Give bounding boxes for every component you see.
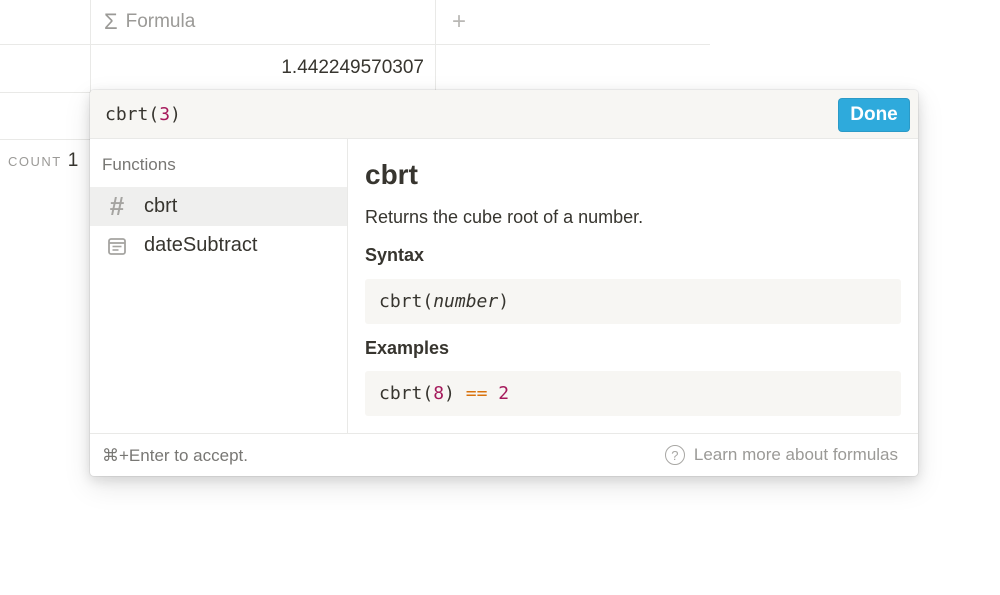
function-item-label: dateSubtract (144, 234, 258, 256)
count-summary[interactable]: COUNT 1 (8, 150, 78, 172)
formula-cell[interactable]: 1.442249570307 (92, 46, 424, 90)
formula-paren-token: ) (170, 104, 181, 125)
example-result-token: 2 (498, 383, 510, 404)
formula-input-bar[interactable]: cbrt(3) Done (90, 90, 918, 139)
example-number-token: 8 (433, 383, 445, 404)
function-item-label: cbrt (144, 195, 178, 217)
function-item-datesubtract[interactable]: dateSubtract (90, 226, 347, 265)
function-title: cbrt (365, 159, 418, 190)
formula-editor-popup: cbrt(3) Done Functions # cbrt dateSubtra… (90, 90, 918, 476)
column-header-label: Formula (125, 11, 196, 32)
table-divider (0, 44, 710, 45)
table-divider (0, 139, 90, 140)
formula-paren-token: ( (148, 104, 160, 125)
learn-more-link[interactable]: ? Learn more about formulas (664, 445, 898, 465)
function-description: Returns the cube root of a number. (365, 207, 644, 227)
accept-hint-text: to accept. (169, 446, 248, 465)
calendar-icon (106, 235, 128, 257)
add-column-button[interactable]: + (436, 0, 482, 44)
accept-hint: ⌘+Enter to accept. (102, 446, 248, 466)
popup-footer: ⌘+Enter to accept. ? Learn more about fo… (90, 433, 918, 476)
example-operator-token: == (465, 383, 488, 404)
sigma-icon: Σ (104, 9, 118, 34)
learn-more-label: Learn more about formulas (693, 445, 898, 464)
syntax-paren-token: ) (498, 291, 510, 312)
syntax-fn-token: cbrt (379, 291, 423, 312)
example-fn-token: cbrt (379, 383, 423, 404)
example-paren-token: ( (422, 383, 434, 404)
formula-column-header[interactable]: Σ Formula (92, 0, 435, 44)
syntax-code-block: cbrt(number) (365, 279, 901, 324)
formula-input[interactable]: cbrt(3) (105, 104, 181, 125)
question-circle-icon: ? (664, 445, 685, 465)
table-divider (0, 92, 90, 93)
syntax-heading: Syntax (365, 245, 425, 265)
syntax-param-token: number (433, 291, 499, 312)
count-label: COUNT (8, 154, 62, 169)
count-value: 1 (67, 150, 79, 171)
function-item-cbrt[interactable]: # cbrt (90, 187, 347, 226)
accept-hint-keys: ⌘+Enter (102, 446, 170, 465)
formula-number-token: 3 (159, 104, 171, 125)
syntax-paren-token: ( (422, 291, 434, 312)
example-paren-token: ) (444, 383, 455, 404)
functions-section-label: Functions (102, 155, 176, 174)
hash-icon: # (109, 191, 125, 221)
plus-icon: + (451, 8, 466, 35)
function-detail: cbrt Returns the cube root of a number. … (348, 139, 918, 433)
formula-fn-token: cbrt (105, 104, 149, 125)
functions-list: Functions # cbrt dateSubtract (90, 139, 348, 433)
done-button[interactable]: Done (838, 98, 910, 132)
example-code-block: cbrt(8) == 2 (365, 371, 901, 416)
popup-body: Functions # cbrt dateSubtract cbrt Retur… (90, 139, 918, 433)
examples-heading: Examples (365, 338, 450, 358)
